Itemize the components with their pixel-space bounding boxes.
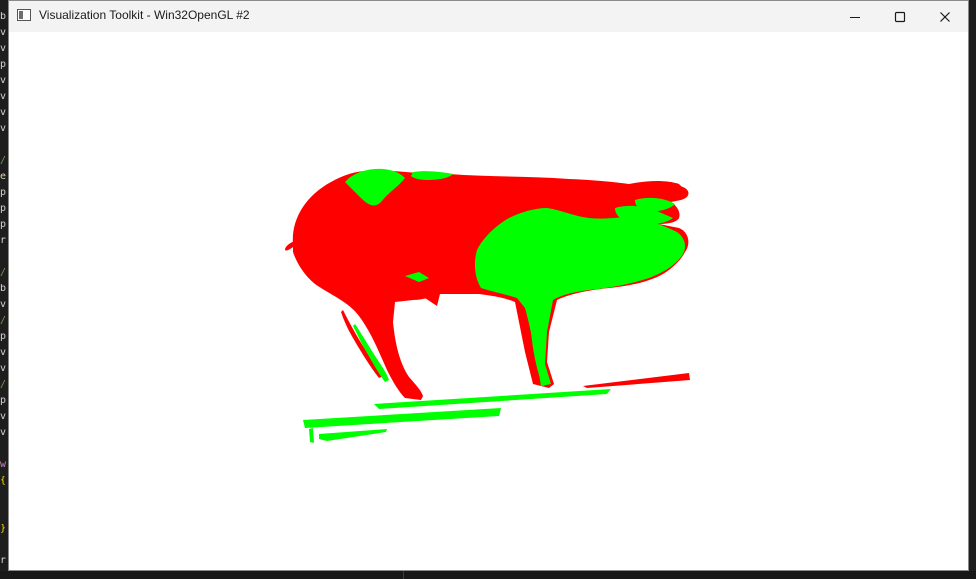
editor-glyph: /: [0, 316, 7, 326]
editor-glyph: p: [0, 188, 7, 198]
green-ground-post: [309, 428, 314, 443]
editor-glyph: e: [0, 172, 7, 182]
editor-glyph: p: [0, 204, 7, 214]
maximize-button[interactable]: [877, 1, 922, 32]
editor-glyph: v: [0, 124, 7, 134]
background-status-strip: [0, 571, 976, 579]
editor-glyph: b: [0, 284, 7, 294]
close-icon: [939, 11, 950, 22]
vtk-window-icon[interactable]: [17, 9, 31, 21]
status-separator: [403, 571, 404, 579]
minimize-icon: [849, 16, 860, 18]
point-cloud-rendering: [285, 168, 690, 443]
editor-glyph: /: [0, 156, 7, 166]
editor-glyph: w: [0, 460, 7, 470]
editor-glyph: v: [0, 428, 7, 438]
red-ground-strip: [583, 373, 690, 388]
maximize-icon: [894, 11, 905, 22]
editor-glyph: r: [0, 236, 7, 246]
vtk-render-window[interactable]: Visualization Toolkit - Win32OpenGL #2: [8, 0, 969, 571]
editor-glyph: p: [0, 396, 7, 406]
editor-glyph: {: [0, 476, 7, 486]
editor-glyph: v: [0, 412, 7, 422]
editor-glyph: v: [0, 44, 7, 54]
editor-glyph: v: [0, 76, 7, 86]
editor-glyph: r: [0, 556, 7, 566]
editor-glyph: p: [0, 220, 7, 230]
minimize-button[interactable]: [832, 1, 877, 32]
editor-glyph: v: [0, 28, 7, 38]
background-code-editor: b v v p v v v v / e p p p r / b v / p v v / p v v w{} r: [0, 0, 8, 579]
green-ground-strip-lower: [319, 429, 387, 441]
editor-glyph: v: [0, 364, 7, 374]
editor-glyph: }: [0, 524, 7, 534]
window-title: Visualization Toolkit - Win32OpenGL #2: [39, 8, 250, 22]
editor-glyph: /: [0, 268, 7, 278]
title-bar[interactable]: Visualization Toolkit - Win32OpenGL #2: [9, 1, 968, 32]
editor-glyph: b: [0, 12, 7, 22]
editor-glyph: p: [0, 332, 7, 342]
editor-glyph: p: [0, 60, 7, 70]
editor-glyph: v: [0, 92, 7, 102]
close-button[interactable]: [922, 1, 967, 32]
editor-glyph: v: [0, 348, 7, 358]
editor-glyph: v: [0, 108, 7, 118]
green-ground-strip-middle: [303, 408, 501, 428]
editor-glyph: /: [0, 380, 7, 390]
editor-glyph: v: [0, 300, 7, 310]
render-viewport[interactable]: [9, 32, 968, 570]
